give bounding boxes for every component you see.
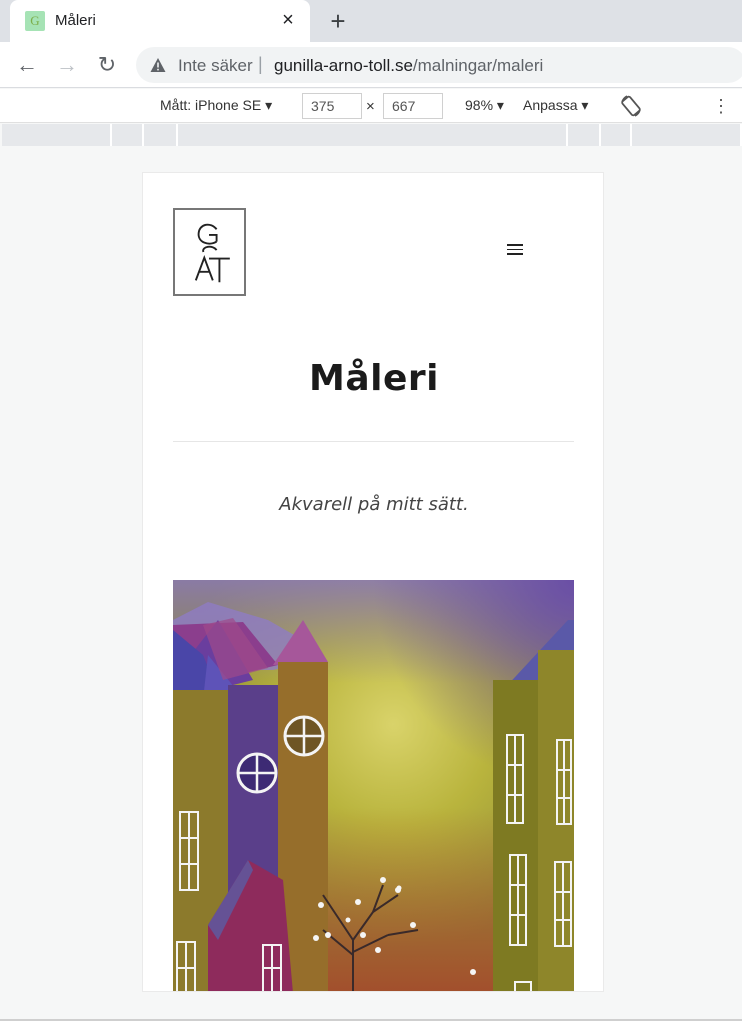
device-select-label: Mått: iPhone SE — [160, 97, 262, 113]
url-separator: | — [258, 54, 263, 74]
throttle-select-label: Anpassa — [523, 97, 578, 113]
zoom-select[interactable]: 98% ▾ — [465, 97, 504, 114]
tab-title: Måleri — [55, 12, 96, 29]
menu-icon[interactable] — [505, 241, 525, 261]
logo-mark — [194, 223, 230, 283]
media-query-segment[interactable] — [2, 124, 112, 146]
title-divider — [173, 441, 574, 442]
painting-image — [173, 580, 574, 991]
chevron-down-icon: ▾ — [496, 97, 504, 113]
more-options-icon[interactable]: ⋮ — [712, 95, 730, 117]
url-text[interactable]: gunilla-arno-toll.se/malningar/maleri — [274, 56, 543, 76]
media-query-segment[interactable] — [178, 124, 568, 146]
throttle-select[interactable]: Anpassa ▾ — [523, 97, 588, 114]
media-query-segment[interactable] — [112, 124, 144, 146]
media-query-bar — [0, 124, 742, 146]
reload-button[interactable]: ↻ — [93, 51, 121, 79]
media-query-segment[interactable] — [601, 124, 632, 146]
width-input[interactable]: 375 — [302, 93, 362, 119]
device-toolbar: Mått: iPhone SE ▾ 375 × 667 98% ▾ Anpass… — [0, 89, 742, 123]
forward-button[interactable]: → — [53, 51, 81, 79]
url-domain: gunilla-arno-toll.se — [274, 56, 413, 75]
back-button[interactable]: ← — [13, 51, 41, 79]
page-title: Måleri — [309, 358, 439, 399]
tab-strip: G Måleri × + — [0, 0, 742, 42]
page-subtitle: Akvarell på mitt sätt. — [279, 494, 469, 515]
close-icon[interactable]: × — [276, 8, 300, 32]
media-query-segment[interactable] — [144, 124, 178, 146]
chevron-down-icon: ▾ — [581, 97, 589, 113]
zoom-select-label: 98% — [465, 97, 494, 113]
warning-icon[interactable] — [150, 57, 166, 73]
favicon-icon: G — [25, 11, 45, 31]
not-secure-label[interactable]: Inte säker — [178, 56, 253, 76]
dimension-separator: × — [366, 98, 375, 115]
device-select[interactable]: Mått: iPhone SE ▾ — [160, 97, 272, 114]
media-query-segment[interactable] — [568, 124, 601, 146]
rotate-icon[interactable] — [618, 93, 644, 119]
media-query-segment[interactable] — [632, 124, 742, 146]
chevron-down-icon: ▾ — [265, 97, 273, 113]
browser-tab[interactable]: G Måleri × — [10, 0, 310, 42]
site-logo[interactable] — [173, 208, 246, 296]
device-viewport: Måleri Akvarell på mitt sätt. — [142, 172, 604, 992]
browser-toolbar: ← → ↻ Inte säker | gunilla-arno-toll.se/… — [0, 42, 742, 88]
height-input[interactable]: 667 — [383, 93, 443, 119]
address-bar[interactable]: Inte säker | gunilla-arno-toll.se/malnin… — [136, 47, 742, 83]
new-tab-button[interactable]: + — [323, 6, 353, 36]
watercolor-painting[interactable] — [173, 580, 574, 991]
url-path: /malningar/maleri — [412, 56, 544, 75]
